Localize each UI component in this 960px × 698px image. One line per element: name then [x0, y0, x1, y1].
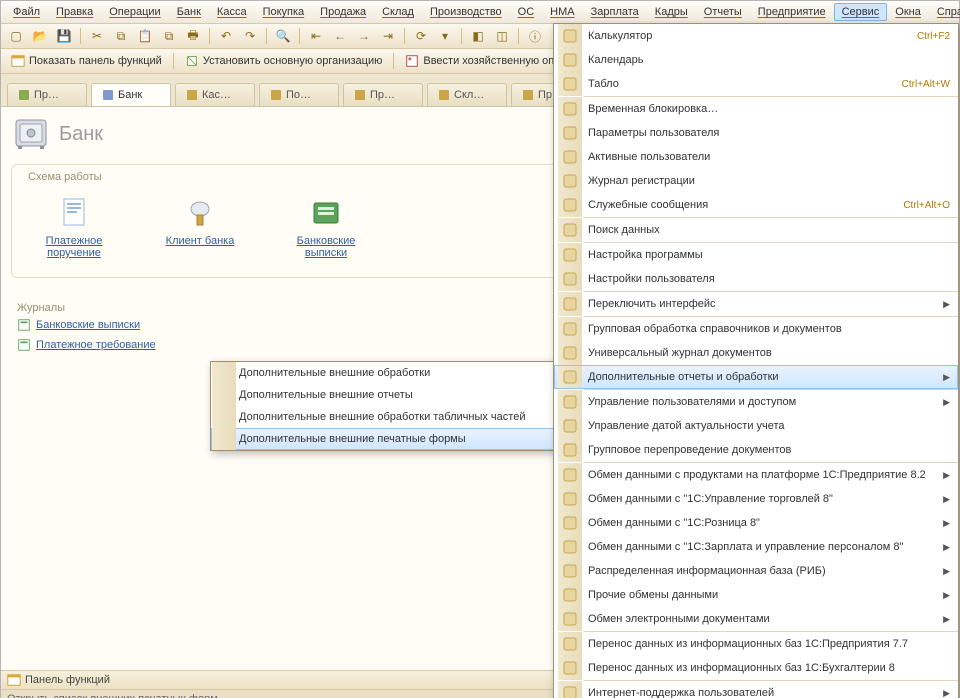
search-icon[interactable]: 🔍 — [272, 25, 294, 47]
menu-производство[interactable]: Производство — [422, 3, 510, 21]
filter-icon[interactable]: ▾ — [434, 25, 456, 47]
menu-отчеты[interactable]: Отчеты — [696, 3, 750, 21]
print-icon[interactable]: 🖶 — [182, 25, 204, 47]
menu-склад[interactable]: Склад — [374, 3, 422, 21]
tab-5[interactable]: Скл… — [427, 83, 507, 106]
journal-link-1[interactable]: Платежное требование — [17, 338, 217, 352]
paste-icon[interactable]: 📋 — [134, 25, 156, 47]
service-item-30[interactable]: Прочие обмены данными▶ — [554, 583, 958, 607]
service-item-36[interactable]: Интернет-поддержка пользователей▶ — [554, 681, 958, 698]
menu-справка[interactable]: Справка — [929, 3, 960, 21]
service-item-5[interactable]: Параметры пользователя — [554, 121, 958, 145]
menu-банк[interactable]: Банк — [169, 3, 209, 21]
enter-biz-op-button[interactable]: Ввести хозяйственную опер — [399, 54, 572, 68]
nav-prev-icon[interactable]: ← — [329, 25, 351, 47]
menu-правка[interactable]: Правка — [48, 3, 101, 21]
service-item-0[interactable]: КалькуляторCtrl+F2 — [554, 24, 958, 48]
tab-3[interactable]: По… — [259, 83, 339, 106]
service-item-19[interactable]: Дополнительные отчеты и обработки▶ — [554, 365, 958, 389]
journals-title: Журналы — [17, 302, 217, 314]
service-item-2[interactable]: ТаблоCtrl+Alt+W — [554, 72, 958, 96]
menu-окна[interactable]: Окна — [887, 3, 929, 21]
service-item-17[interactable]: Групповая обработка справочников и докум… — [554, 317, 958, 341]
service-item-6[interactable]: Активные пользователи — [554, 145, 958, 169]
submenu-item-1[interactable]: Дополнительные внешние отчеты — [211, 384, 559, 406]
service-item-8[interactable]: Служебные сообщенияCtrl+Alt+O — [554, 193, 958, 217]
service-item-33[interactable]: Перенос данных из информационных баз 1С:… — [554, 632, 958, 656]
service-item-26[interactable]: Обмен данными с "1С:Управление торговлей… — [554, 487, 958, 511]
cut-icon[interactable]: ✂ — [86, 25, 108, 47]
bank-safe-icon — [13, 116, 49, 152]
menu-операции[interactable]: Операции — [101, 3, 168, 21]
menu-нма[interactable]: НМА — [542, 3, 582, 21]
nav-first-icon[interactable]: ⇤ — [305, 25, 327, 47]
service-item-10[interactable]: Поиск данных — [554, 218, 958, 242]
menu-покупка[interactable]: Покупка — [255, 3, 313, 21]
menu-файл[interactable]: Файл — [5, 3, 48, 21]
service-item-28[interactable]: Обмен данными с "1С:Зарплата и управлени… — [554, 535, 958, 559]
tab-1[interactable]: Банк — [91, 83, 171, 106]
page-title: Банк — [59, 123, 103, 146]
service-item-27[interactable]: Обмен данными с "1С:Розница 8"▶ — [554, 511, 958, 535]
save-icon[interactable]: 💾 — [53, 25, 75, 47]
new-doc-icon[interactable]: ▢ — [5, 25, 27, 47]
service-item-34[interactable]: Перенос данных из информационных баз 1С:… — [554, 656, 958, 680]
journal-link-0[interactable]: Банковские выписки — [17, 318, 217, 332]
tab-0[interactable]: Пр… — [7, 83, 87, 106]
service-item-29[interactable]: Распределенная информационная база (РИБ)… — [554, 559, 958, 583]
submenu-item-3[interactable]: Дополнительные внешние печатные формы — [211, 428, 559, 450]
menu-ос[interactable]: ОС — [510, 3, 543, 21]
submenu-extra-reports[interactable]: Дополнительные внешние обработкиДополнит… — [210, 361, 560, 451]
show-panel-funcs-button[interactable]: Показать панель функций — [5, 54, 168, 68]
scheme-item-2[interactable]: Банковские выписки — [278, 195, 374, 259]
refresh-icon[interactable]: ⟳ — [410, 25, 432, 47]
service-item-12[interactable]: Настройка программы — [554, 243, 958, 267]
menu-кадры[interactable]: Кадры — [647, 3, 696, 21]
windows-icon[interactable]: ◫ — [491, 25, 513, 47]
panel-icon — [7, 673, 21, 687]
service-item-31[interactable]: Обмен электронными документами▶ — [554, 607, 958, 631]
service-item-13[interactable]: Настройки пользователя — [554, 267, 958, 291]
open-icon[interactable]: 📂 — [29, 25, 51, 47]
undo-icon[interactable]: ↶ — [215, 25, 237, 47]
service-item-4[interactable]: Временная блокировка… — [554, 97, 958, 121]
tree-icon[interactable]: ◧ — [467, 25, 489, 47]
help-icon[interactable]: ⓘ — [524, 25, 546, 47]
copy-icon[interactable]: ⧉ — [110, 25, 132, 47]
service-item-22[interactable]: Управление датой актуальности учета — [554, 414, 958, 438]
service-item-7[interactable]: Журнал регистрации — [554, 169, 958, 193]
menu-предприятие[interactable]: Предприятие — [750, 3, 834, 21]
submenu-item-0[interactable]: Дополнительные внешние обработки — [211, 362, 559, 384]
menu-касса[interactable]: Касса — [209, 3, 255, 21]
service-item-15[interactable]: Переключить интерфейс▶ — [554, 292, 958, 316]
set-main-org-button[interactable]: Установить основную организацию — [179, 54, 389, 68]
submenu-item-2[interactable]: Дополнительные внешние обработки табличн… — [211, 406, 559, 428]
service-menu[interactable]: КалькуляторCtrl+F2КалендарьТаблоCtrl+Alt… — [553, 23, 959, 698]
tab-2[interactable]: Кас… — [175, 83, 255, 106]
service-item-21[interactable]: Управление пользователями и доступом▶ — [554, 390, 958, 414]
clone-icon[interactable]: ⧉ — [158, 25, 180, 47]
nav-last-icon[interactable]: ⇥ — [377, 25, 399, 47]
service-item-23[interactable]: Групповое перепроведение документов — [554, 438, 958, 462]
menu-зарплата[interactable]: Зарплата — [583, 3, 647, 21]
redo-icon[interactable]: ↷ — [239, 25, 261, 47]
service-item-18[interactable]: Универсальный журнал документов — [554, 341, 958, 365]
scheme-legend: Схема работы — [24, 171, 106, 183]
nav-next-icon[interactable]: → — [353, 25, 375, 47]
menu-продажа[interactable]: Продажа — [312, 3, 374, 21]
menubar[interactable]: ФайлПравкаОперацииБанкКассаПокупкаПродаж… — [1, 1, 959, 24]
scheme-item-0[interactable]: Платежное поручение — [26, 195, 122, 259]
menu-сервис[interactable]: Сервис — [834, 3, 888, 21]
tab-4[interactable]: Пр… — [343, 83, 423, 106]
service-item-25[interactable]: Обмен данными с продуктами на платформе … — [554, 463, 958, 487]
service-item-1[interactable]: Календарь — [554, 48, 958, 72]
scheme-item-1[interactable]: Клиент банка — [152, 195, 248, 259]
